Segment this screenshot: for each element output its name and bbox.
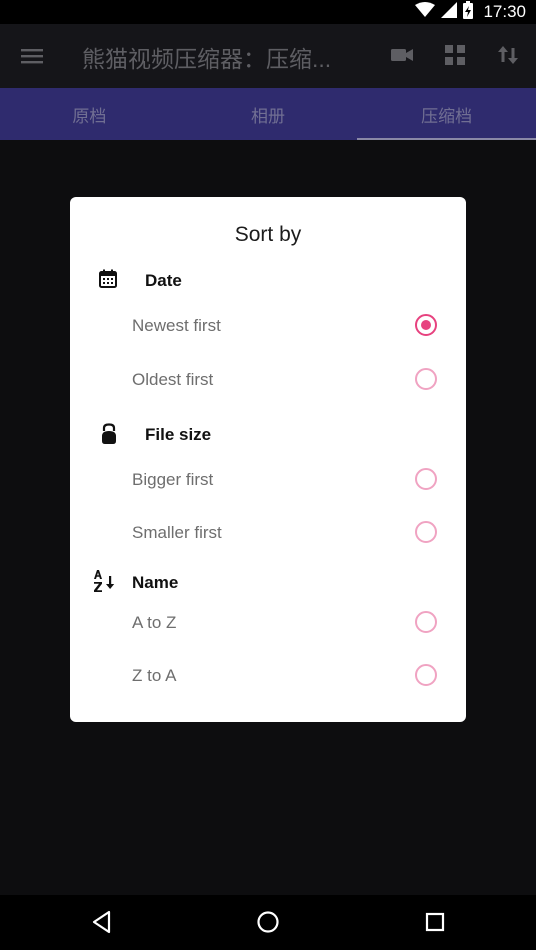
option-oldest-first[interactable]: Oldest first xyxy=(70,360,466,400)
video-camera-icon[interactable] xyxy=(390,43,414,72)
radio-smaller-first[interactable] xyxy=(415,521,437,543)
radio-newest-first[interactable] xyxy=(415,314,437,336)
option-label: Z to A xyxy=(132,666,177,685)
sort-alpha-icon xyxy=(92,568,118,599)
option-newest-first[interactable]: Newest first xyxy=(70,306,466,346)
app-bar: 熊猫视频压缩器：压缩... xyxy=(0,24,536,88)
section-date: Date xyxy=(70,265,466,295)
kettlebell-icon xyxy=(100,423,118,450)
cell-signal-icon xyxy=(441,1,458,23)
option-label: Smaller first xyxy=(132,523,222,542)
sort-dialog: Sort by Date Newest first Oldest first F… xyxy=(70,197,466,722)
option-smaller-first[interactable]: Smaller first xyxy=(70,513,466,553)
home-icon[interactable] xyxy=(256,908,280,941)
option-z-to-a[interactable]: Z to A xyxy=(70,656,466,696)
tab-bar: 原档 相册 压缩档 xyxy=(0,88,536,140)
section-date-label: Date xyxy=(145,271,182,290)
option-label: Bigger first xyxy=(132,470,214,489)
section-file-size: File size xyxy=(70,419,466,449)
back-icon[interactable] xyxy=(90,908,114,941)
radio-a-to-z[interactable] xyxy=(415,611,437,633)
tab-album[interactable]: 相册 xyxy=(179,88,358,140)
radio-bigger-first[interactable] xyxy=(415,468,437,490)
grid-view-icon[interactable] xyxy=(443,43,467,72)
option-label: Oldest first xyxy=(132,370,214,389)
wifi-icon xyxy=(415,1,436,23)
calendar-icon xyxy=(98,269,118,294)
radio-z-to-a[interactable] xyxy=(415,664,437,686)
tab-original[interactable]: 原档 xyxy=(0,88,179,140)
dialog-title: Sort by xyxy=(234,223,302,246)
battery-charging-icon xyxy=(463,0,474,24)
section-name: Name xyxy=(70,567,466,597)
section-name-label: Name xyxy=(132,573,179,592)
option-bigger-first[interactable]: Bigger first xyxy=(70,460,466,500)
tab-compressed[interactable]: 压缩档 xyxy=(357,88,536,140)
radio-oldest-first[interactable] xyxy=(415,368,437,390)
clock: 17:30 xyxy=(483,2,526,21)
status-bar: 17:30 xyxy=(0,0,536,24)
sort-icon[interactable] xyxy=(496,43,520,72)
recents-icon[interactable] xyxy=(423,908,447,941)
option-label: Newest first xyxy=(132,316,221,335)
menu-icon[interactable] xyxy=(20,44,44,73)
option-label: A to Z xyxy=(132,613,177,632)
app-title: 熊猫视频压缩器：压缩... xyxy=(82,46,332,72)
section-file-size-label: File size xyxy=(145,425,212,444)
option-a-to-z[interactable]: A to Z xyxy=(70,603,466,643)
navigation-bar xyxy=(0,895,536,950)
